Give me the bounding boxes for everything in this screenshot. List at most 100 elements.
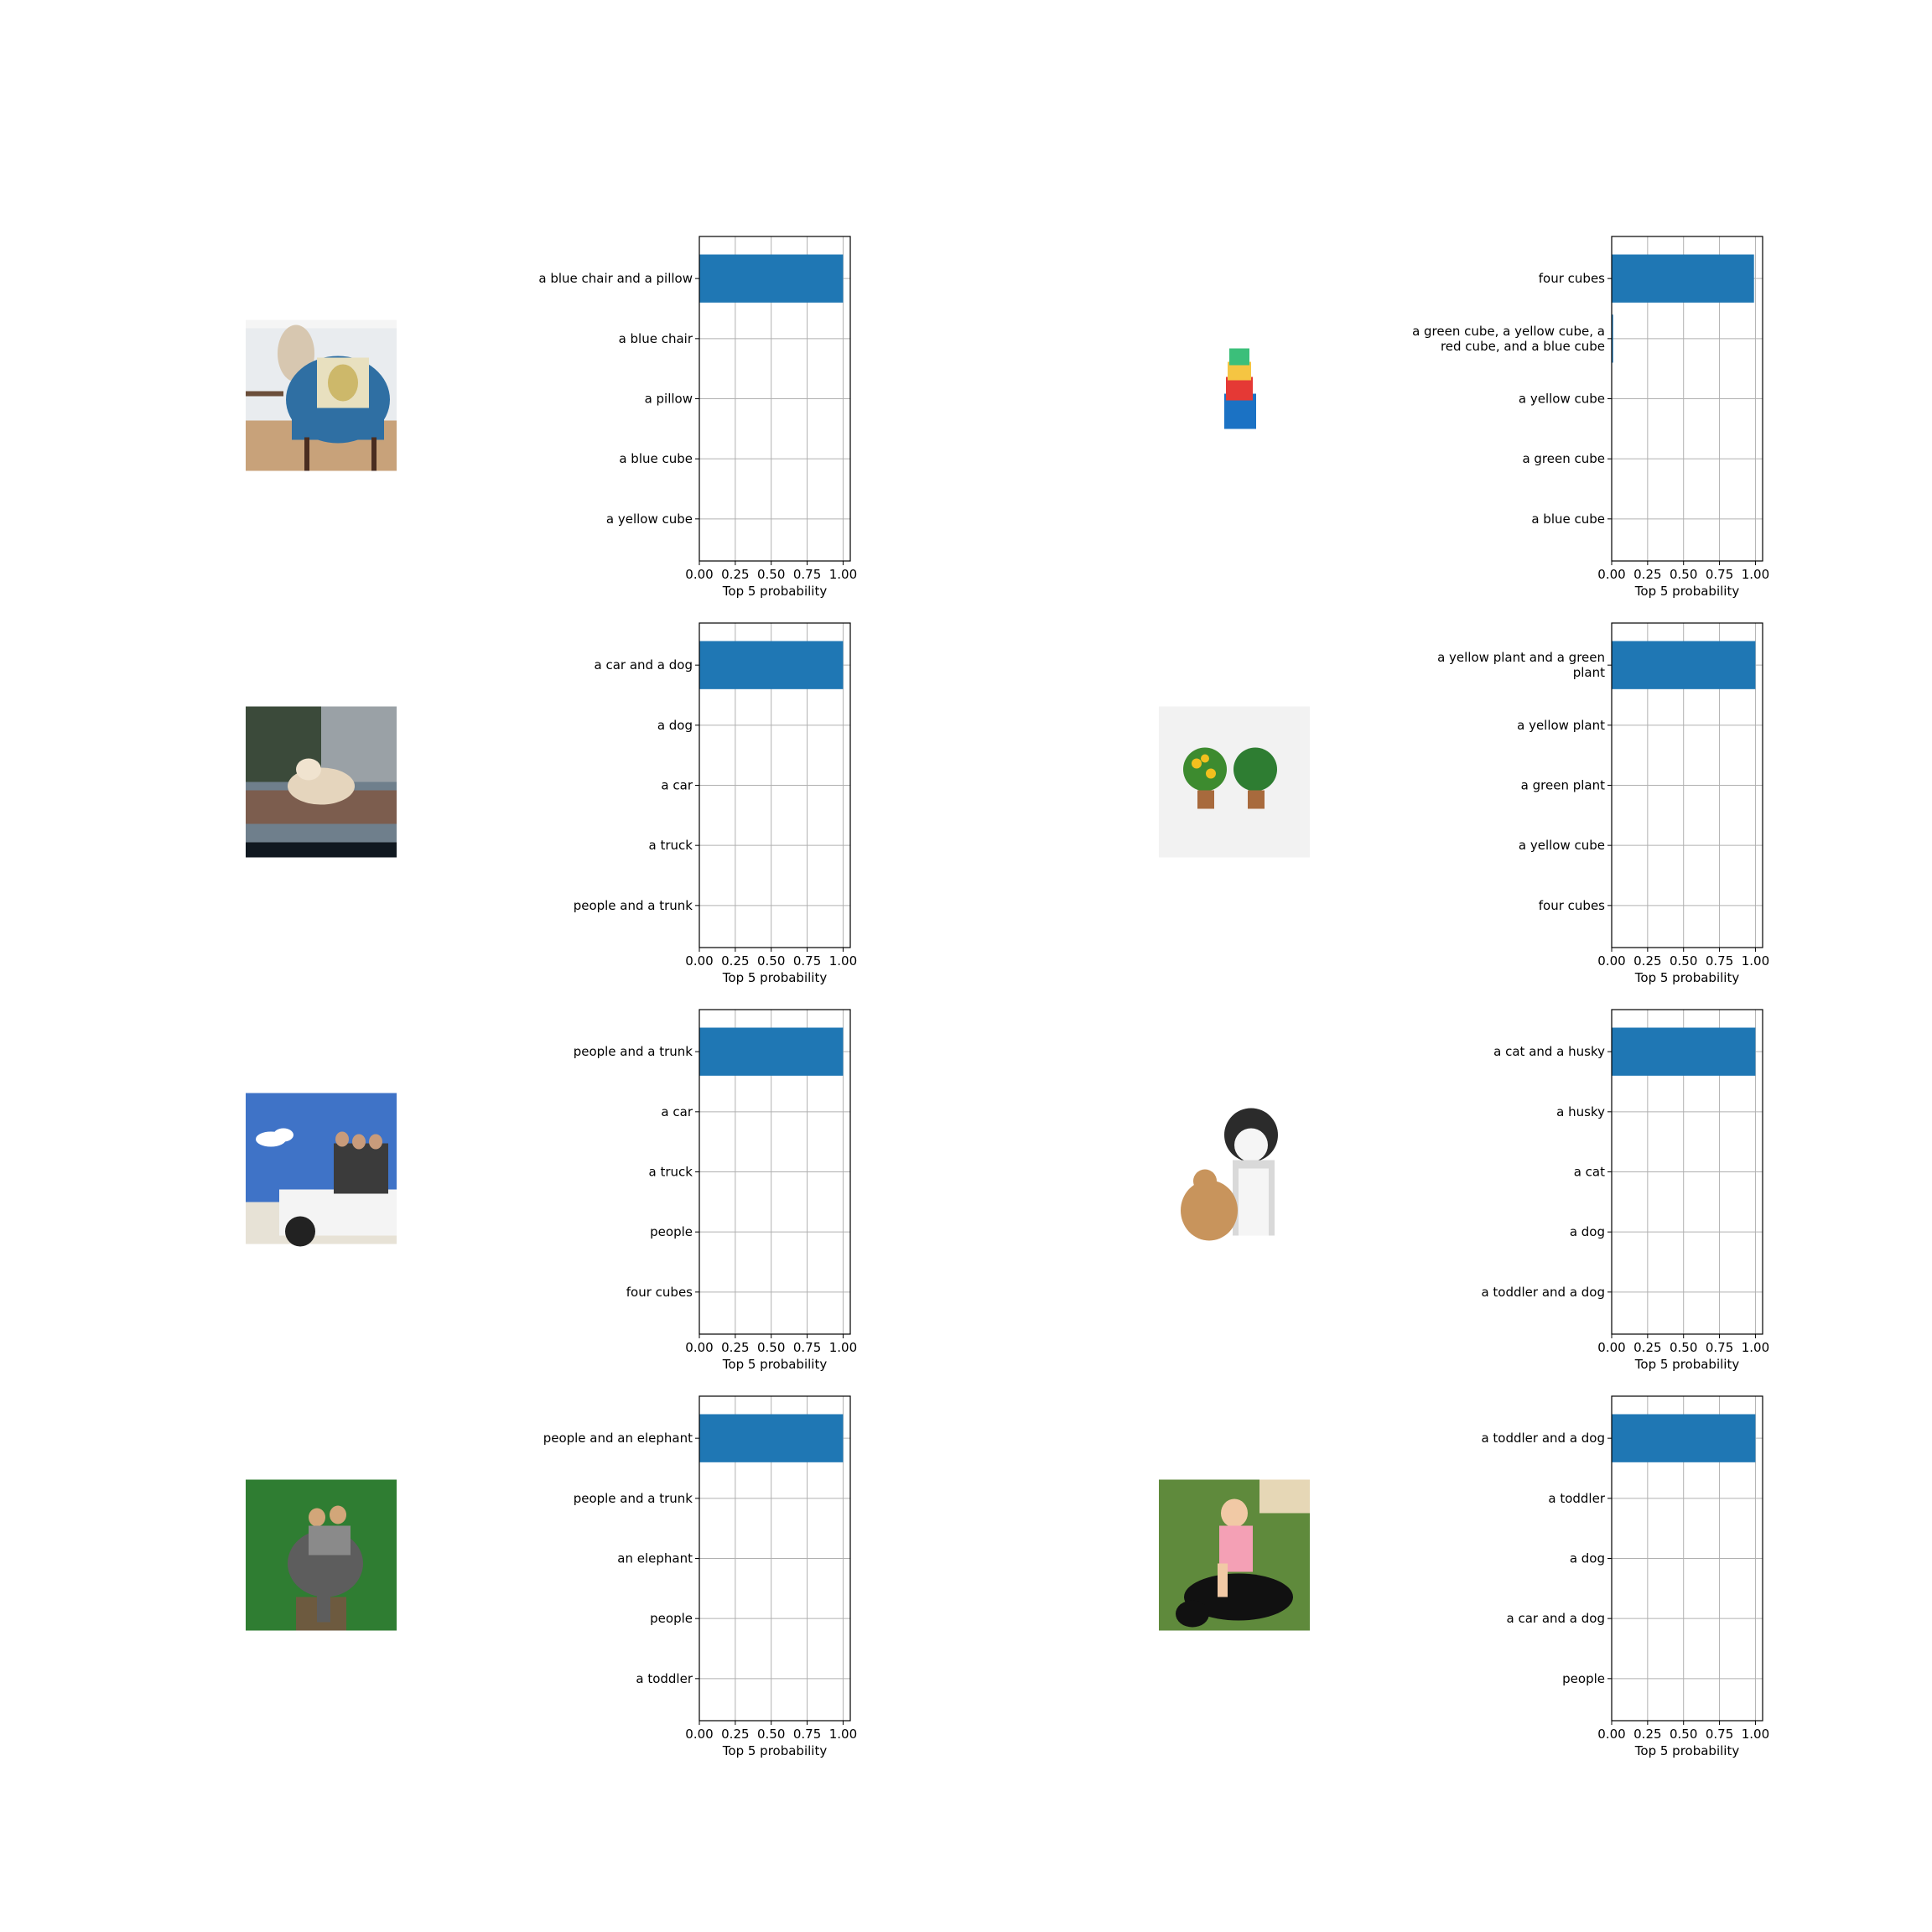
thumbnail-image (1159, 1093, 1310, 1244)
x-tick-label: 1.00 (829, 1340, 857, 1355)
photo-shape (335, 1131, 349, 1147)
y-tick-label: people (650, 1611, 693, 1626)
photo-shape (1159, 706, 1310, 858)
photo-shape (304, 437, 309, 471)
x-tick-label: 0.75 (1706, 1727, 1733, 1742)
x-tick-label: 1.00 (829, 1727, 857, 1742)
thumbnail-image (246, 319, 397, 471)
y-tick-label: people (1562, 1671, 1605, 1686)
x-axis-label: Top 5 probability (1634, 1357, 1740, 1372)
bar (1612, 254, 1754, 303)
x-tick-label: 0.50 (757, 1340, 785, 1355)
photo-shape (1192, 758, 1202, 769)
chart-panel: people and a trunk a car a truck people four… (246, 1009, 857, 1372)
photo-shape (334, 1143, 388, 1194)
photo-shape (1193, 1169, 1217, 1193)
x-tick-label: 0.00 (685, 567, 713, 582)
x-tick-label: 0.25 (721, 567, 749, 582)
x-tick-label: 1.00 (1742, 1340, 1769, 1355)
x-tick-label: 1.00 (1742, 567, 1769, 582)
y-tick-label: a yellow plant (1517, 718, 1605, 733)
photo-shape (330, 1505, 346, 1524)
y-tick-label: a dog (1570, 1551, 1605, 1566)
photo-shape (1239, 1168, 1269, 1236)
y-tick-label: a truck (649, 1165, 693, 1180)
photo-shape (1206, 768, 1216, 779)
figure: a blue chair and a pillow a blue chair a p… (246, 236, 1769, 1758)
photo-shape (1197, 790, 1214, 809)
y-tick-label: a yellow cube (1519, 392, 1605, 407)
photo-shape (1233, 747, 1277, 792)
photo-shape (296, 758, 321, 781)
x-axis-label: Top 5 probability (722, 970, 828, 985)
photo-shape (246, 391, 283, 397)
bar (1612, 1414, 1756, 1462)
chart-panel: a car and a dog a dog a car a truck people a… (246, 622, 857, 985)
x-axis-label: Top 5 probability (722, 584, 828, 599)
photo-shape (328, 364, 358, 402)
y-tick-label: people (650, 1224, 693, 1239)
x-tick-label: 1.00 (1742, 1727, 1769, 1742)
bar (699, 641, 844, 689)
x-tick-label: 0.00 (685, 1727, 713, 1742)
y-tick-label: a blue chair and a pillow (538, 271, 693, 286)
x-tick-label: 0.00 (1597, 1727, 1625, 1742)
thumbnail-image (246, 706, 397, 858)
y-tick-label: people and an elephant (543, 1431, 693, 1446)
x-tick-label: 0.75 (793, 567, 821, 582)
y-tick-label: a toddler (636, 1671, 693, 1686)
y-tick-label: a toddler and a dog (1481, 1431, 1605, 1446)
y-tick-label: a yellow cube (1519, 838, 1605, 853)
y-tick-label: people and a trunk (574, 1491, 693, 1506)
x-tick-label: 0.75 (1706, 1340, 1733, 1355)
y-tick-label: four cubes (626, 1285, 693, 1300)
photo-shape (1234, 1128, 1268, 1162)
photo-shape (309, 1525, 351, 1555)
y-tick-label: a green cube (1522, 451, 1605, 466)
bar (699, 254, 844, 303)
y-tick-label: four cubes (1539, 898, 1605, 913)
photo-shape (1226, 377, 1253, 401)
y-tick-label: a blue chair (619, 331, 693, 346)
chart-panel: a toddler and a dog a toddler a dog a car a… (1159, 1395, 1769, 1758)
y-tick-label: a dog (657, 718, 693, 733)
photo-shape (246, 842, 397, 858)
y-tick-label: people and a trunk (574, 898, 693, 913)
x-tick-label: 0.75 (793, 1340, 821, 1355)
bar (699, 1027, 844, 1076)
thumbnail-image (1159, 319, 1310, 471)
bar (1612, 1027, 1756, 1076)
x-tick-label: 0.50 (1670, 1727, 1697, 1742)
photo-shape (246, 319, 397, 329)
x-tick-label: 0.50 (1670, 567, 1697, 582)
x-tick-label: 0.50 (757, 567, 785, 582)
x-axis-label: Top 5 probability (1634, 1743, 1740, 1758)
y-tick-label: a husky (1556, 1104, 1605, 1119)
x-axis-label: Top 5 probability (1634, 970, 1740, 985)
y-tick-label: a cat (1574, 1165, 1605, 1180)
photo-shape (1248, 790, 1265, 809)
y-tick-label: a yellow plant and a green plant (1437, 650, 1605, 680)
x-tick-label: 0.00 (685, 953, 713, 969)
x-tick-label: 0.75 (793, 953, 821, 969)
y-tick-label: people and a trunk (574, 1044, 693, 1059)
y-tick-label: a truck (649, 838, 693, 853)
x-tick-label: 0.50 (757, 1727, 785, 1742)
chart-panel: a yellow plant and a green plant a yellow … (1159, 622, 1769, 985)
photo-shape (1229, 348, 1249, 366)
photo-shape (317, 1588, 330, 1623)
chart-panel: people and an elephant people and a trunk… (246, 1395, 857, 1758)
y-tick-label: a toddler and a dog (1481, 1285, 1605, 1300)
x-tick-label: 0.50 (757, 953, 785, 969)
x-tick-label: 1.00 (829, 567, 857, 582)
x-tick-label: 0.00 (1597, 953, 1625, 969)
photo-shape (1201, 754, 1209, 763)
thumbnail-image (1159, 706, 1310, 858)
y-tick-label: a blue cube (619, 451, 693, 466)
y-tick-label: four cubes (1539, 271, 1605, 286)
photo-shape (1221, 1498, 1248, 1528)
y-tick-label: a toddler (1548, 1491, 1605, 1506)
x-tick-label: 0.75 (1706, 567, 1733, 582)
y-tick-label: a blue cube (1531, 512, 1605, 527)
y-tick-label: a car and a dog (1506, 1611, 1605, 1626)
